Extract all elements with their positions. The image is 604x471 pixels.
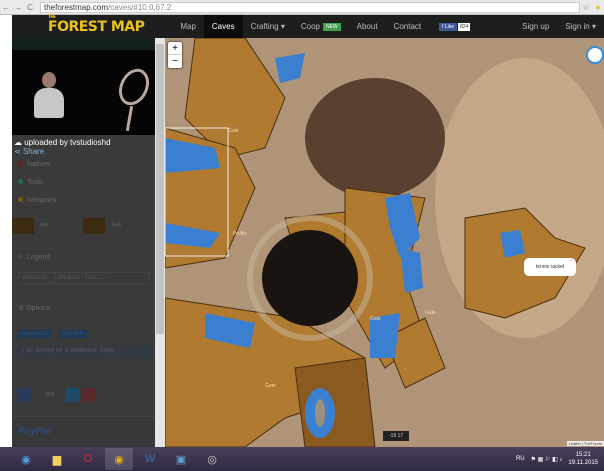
version-tag: Version 0.22 (18, 330, 52, 338)
explorer-icon[interactable]: ▆ (43, 448, 71, 470)
where-is-label: Where is... (19, 273, 55, 283)
share-label: Share (22, 147, 45, 156)
site-logo[interactable]: THE FOREST MAP (48, 14, 145, 35)
back-icon[interactable]: ← (0, 3, 12, 12)
map-attribution[interactable]: Leaflet | TheForest (566, 441, 604, 446)
nav-map[interactable]: Map (172, 15, 204, 38)
twitter-icon[interactable] (66, 388, 80, 402)
like-count: 824 (458, 22, 471, 31)
cave-map[interactable]: + − Gate Profile Gate Gate Gate (165, 38, 604, 447)
star-icon[interactable]: ☆ (580, 3, 592, 12)
clock-time: 15:21 (575, 452, 591, 458)
map-label-gate: Gate (265, 383, 276, 389)
sign-in-menu[interactable]: Sign in ▾ (557, 15, 604, 38)
map-label-gate: Gate (370, 316, 381, 322)
locate-button[interactable] (586, 46, 604, 64)
paypal-button[interactable]: PayPal (12, 416, 155, 447)
legend-heading[interactable]: Legend (18, 254, 50, 261)
options-label: Options (26, 305, 51, 312)
sign-up-link[interactable]: Sign up (514, 15, 557, 38)
start-button-icon[interactable]: ◉ (12, 448, 40, 470)
video-topbar (12, 38, 155, 50)
system-tray: RU ⚑ ▦ ⚐ ◧ ♪ 15:21 19.11.2015 (516, 451, 604, 467)
axe-label: Axe (40, 222, 49, 228)
category-weapons[interactable]: Weapons (18, 197, 56, 204)
address-bar[interactable]: theforestmap.com/caves/#10.0,67.2 (40, 1, 580, 13)
steam-icon[interactable]: ◎ (198, 448, 226, 470)
video-racket-handle (125, 105, 134, 132)
build-tag: 0.11.0b00 (59, 330, 87, 338)
sinkhole (262, 230, 358, 326)
clock-date: 19.11.2015 (568, 460, 598, 466)
gun-button[interactable] (83, 218, 105, 234)
opera-icon[interactable]: O (74, 448, 102, 470)
popup-close-icon[interactable]: × (570, 252, 573, 270)
facebook-icon[interactable] (18, 388, 32, 402)
zoom-out-button[interactable]: − (172, 56, 178, 67)
gun-label: Gun (112, 222, 122, 228)
nav-about[interactable]: About (349, 15, 386, 38)
browser-toolbar: ← → C theforestmap.com/caves/#10.0,67.2 … (0, 0, 604, 15)
sidebar-scrollbar[interactable] (155, 38, 165, 447)
map-label-gate: Gate (228, 128, 239, 134)
search-placeholder: Weapon / Tool / ... (57, 275, 106, 281)
video-racket (113, 63, 155, 111)
uploader-text: uploaded by tvstudioshd (24, 138, 111, 147)
zoom-control: + − (168, 42, 182, 68)
nav-contact[interactable]: Contact (386, 15, 430, 38)
new-badge: NEW (322, 22, 341, 31)
options-heading[interactable]: ⚙ Options (18, 304, 50, 312)
map-tiles (165, 38, 604, 447)
video-person (34, 88, 64, 118)
uploaded-by: ☁ uploaded by tvstudioshd (14, 138, 111, 147)
tools-dot-icon (18, 179, 23, 184)
coordinate-readout: -19 17 (383, 431, 410, 441)
dark-terrain (305, 78, 445, 198)
reload-icon[interactable]: C (24, 3, 36, 12)
word-icon[interactable]: W (136, 448, 164, 470)
natives-dot-icon (18, 161, 23, 166)
map-label-gate: Gate (425, 310, 436, 316)
photos-icon[interactable]: ▣ (167, 448, 195, 470)
category-label: Weapons (27, 197, 57, 204)
nav-caves[interactable]: Caves (203, 15, 243, 38)
nav-coop-label: Coop (300, 22, 320, 31)
extension-icon[interactable]: ● (592, 3, 604, 12)
category-natives[interactable]: Natives (18, 161, 50, 168)
legend-icon (18, 254, 23, 259)
forward-icon[interactable]: → (12, 3, 24, 12)
popup-text: tennis racket (535, 264, 565, 270)
chrome-icon[interactable]: ◉ (105, 448, 133, 470)
map-popup: × tennis racket (524, 258, 576, 276)
category-tools[interactable]: Tools (18, 179, 43, 186)
video-head (42, 72, 56, 88)
weapons-dot-icon (18, 197, 23, 202)
rock (315, 399, 325, 427)
site-navbar: THE FOREST MAP Map Caves Crafting ▾ Coop N… (12, 14, 604, 38)
sidebar: ☁ uploaded by tvstudioshd ⋖ Share Native… (12, 38, 155, 447)
google-plus-icon[interactable] (82, 388, 96, 402)
share-count: 824 (46, 392, 55, 398)
zoom-in-button[interactable]: + (168, 42, 182, 55)
nav-crafting[interactable]: Crafting ▾ (243, 15, 293, 38)
tray-icons[interactable]: ⚑ ▦ ⚐ ◧ ♪ (531, 456, 563, 463)
axe-button[interactable] (12, 218, 34, 234)
category-label: Natives (27, 161, 51, 168)
map-label-profile: Profile (233, 231, 248, 237)
category-label: Tools (27, 179, 44, 186)
nav-coop[interactable]: Coop NEW (293, 15, 349, 38)
language-indicator[interactable]: RU (516, 456, 525, 462)
scrollbar-thumb[interactable] (156, 44, 164, 334)
legend-label: Legend (27, 254, 51, 261)
clock[interactable]: 15:21 19.11.2015 (568, 451, 598, 467)
facebook-like-button[interactable]: f Like (439, 22, 458, 31)
windows-taskbar: ◉ ▆ O ◉ W ▣ ◎ RU ⚑ ▦ ⚐ ◧ ♪ 15:21 19.11.20… (0, 447, 604, 471)
moderator-notice[interactable]: I am looking for a moderator. Apply (18, 346, 153, 358)
where-is-search[interactable]: Where is... Weapon / Tool / ... (18, 272, 150, 284)
share-link[interactable]: ⋖ Share (14, 147, 44, 156)
video-player[interactable] (12, 38, 155, 135)
